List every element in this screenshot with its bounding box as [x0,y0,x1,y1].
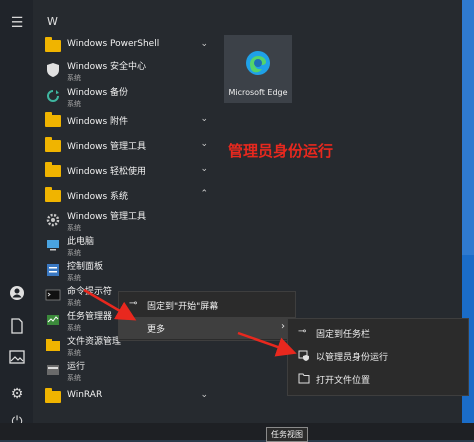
taskbar [0,423,474,440]
arrow-to-run-as-admin [237,331,297,357]
start-menu: ☰ ⚙ ⏻ W Windows PowerShell ⌄ Windows 安全中… [0,0,474,442]
arrow-to-more [83,288,137,321]
annotation-arrows [83,288,297,357]
